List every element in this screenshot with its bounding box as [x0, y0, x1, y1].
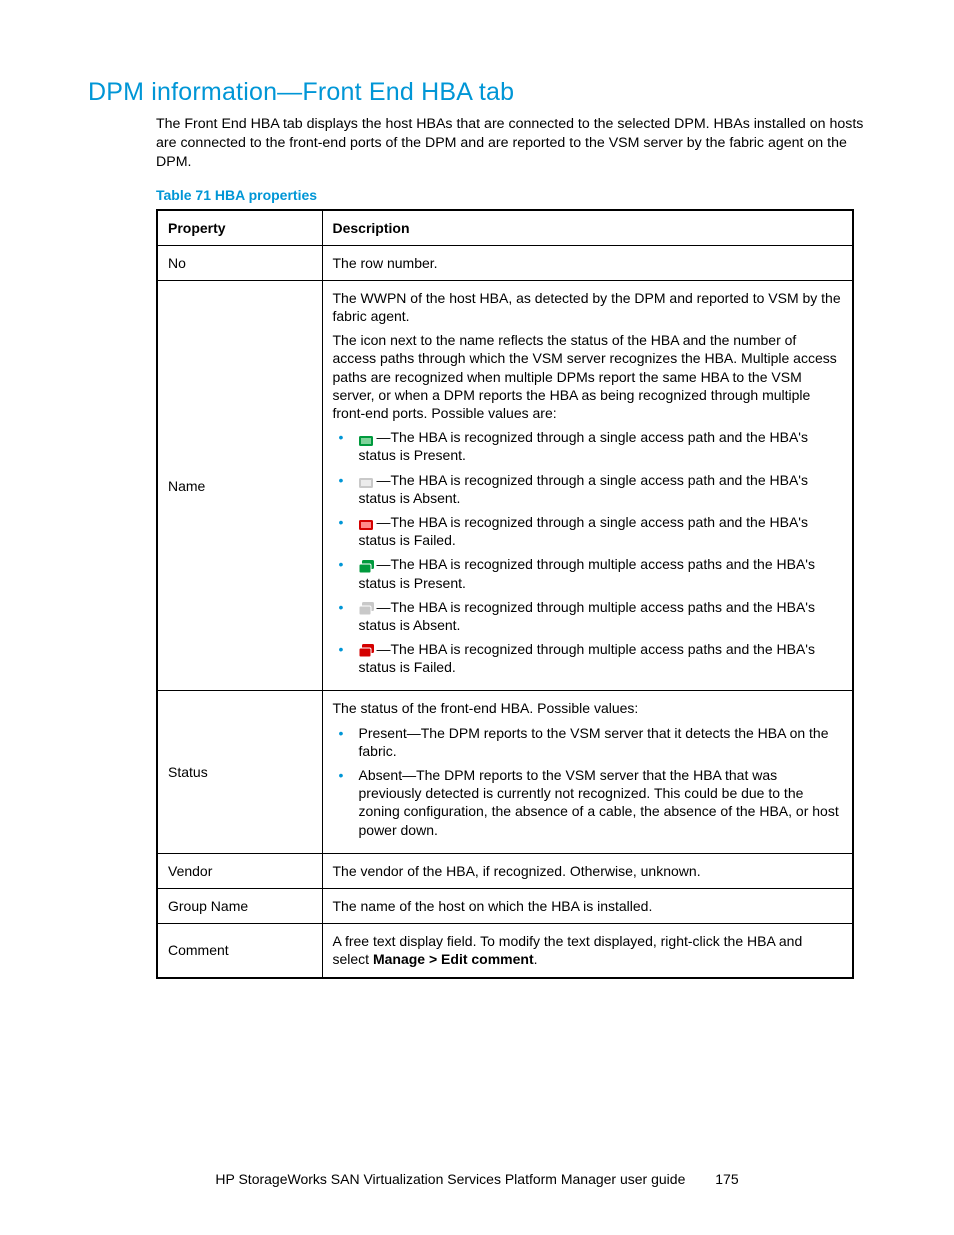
- description-paragraph: The icon next to the name reflects the s…: [333, 331, 843, 422]
- footer-doc-title: HP StorageWorks SAN Virtualization Servi…: [215, 1171, 685, 1187]
- table-row: No The row number.: [157, 245, 853, 280]
- list-item: —The HBA is recognized through multiple …: [333, 555, 843, 597]
- list-item: —The HBA is recognized through multiple …: [333, 640, 843, 682]
- property-label: No: [157, 245, 322, 280]
- table-row: Comment A free text display field. To mo…: [157, 924, 853, 978]
- list-item-text: —The HBA is recognized through a single …: [359, 514, 808, 548]
- page-footer: HP StorageWorks SAN Virtualization Servi…: [0, 1171, 954, 1187]
- table-row: Vendor The vendor of the HBA, if recogni…: [157, 853, 853, 888]
- description-paragraph: The WWPN of the host HBA, as detected by…: [333, 289, 843, 325]
- list-item: Absent—The DPM reports to the VSM server…: [333, 766, 843, 845]
- hba-single-present-icon: [359, 433, 375, 445]
- table-header-row: Property Description: [157, 210, 853, 246]
- comment-menu-path: Manage > Edit comment: [373, 951, 534, 967]
- property-label: Vendor: [157, 853, 322, 888]
- list-item-text: —The HBA is recognized through a single …: [359, 429, 808, 463]
- property-description: A free text display field. To modify the…: [322, 924, 853, 978]
- list-item-text: —The HBA is recognized through multiple …: [359, 599, 815, 633]
- status-value-list: Present—The DPM reports to the VSM serve…: [333, 724, 843, 845]
- hba-single-failed-icon: [359, 517, 375, 529]
- hba-multi-failed-icon: [359, 644, 375, 656]
- hba-single-absent-icon: [359, 475, 375, 487]
- intro-paragraph: The Front End HBA tab displays the host …: [156, 115, 866, 173]
- list-item-text: —The HBA is recognized through multiple …: [359, 641, 815, 675]
- table-row: Status The status of the front-end HBA. …: [157, 691, 853, 853]
- property-description: The row number.: [322, 245, 853, 280]
- property-description: The name of the host on which the HBA is…: [322, 888, 853, 923]
- table-caption: Table 71 HBA properties: [156, 187, 866, 203]
- footer-page-number: 175: [715, 1171, 738, 1187]
- property-label: Group Name: [157, 888, 322, 923]
- comment-suffix: .: [534, 951, 538, 967]
- table-row: Group Name The name of the host on which…: [157, 888, 853, 923]
- column-header-description: Description: [322, 210, 853, 246]
- property-description: The WWPN of the host HBA, as detected by…: [322, 280, 853, 691]
- hba-properties-table: Property Description No The row number. …: [156, 209, 854, 979]
- list-item: —The HBA is recognized through multiple …: [333, 598, 843, 640]
- description-paragraph: The status of the front-end HBA. Possibl…: [333, 699, 843, 717]
- list-item: —The HBA is recognized through a single …: [333, 428, 843, 470]
- icon-status-list: —The HBA is recognized through a single …: [333, 428, 843, 682]
- column-header-property: Property: [157, 210, 322, 246]
- property-description: The status of the front-end HBA. Possibl…: [322, 691, 853, 853]
- hba-multi-present-icon: [359, 560, 375, 572]
- list-item-text: —The HBA is recognized through multiple …: [359, 556, 815, 590]
- hba-multi-absent-icon: [359, 602, 375, 614]
- list-item: —The HBA is recognized through a single …: [333, 513, 843, 555]
- property-label: Name: [157, 280, 322, 691]
- property-label: Comment: [157, 924, 322, 978]
- section-heading: DPM information—Front End HBA tab: [88, 78, 866, 107]
- table-row: Name The WWPN of the host HBA, as detect…: [157, 280, 853, 691]
- property-description: The vendor of the HBA, if recognized. Ot…: [322, 853, 853, 888]
- list-item: —The HBA is recognized through a single …: [333, 471, 843, 513]
- list-item: Present—The DPM reports to the VSM serve…: [333, 724, 843, 766]
- property-label: Status: [157, 691, 322, 853]
- list-item-text: —The HBA is recognized through a single …: [359, 472, 808, 506]
